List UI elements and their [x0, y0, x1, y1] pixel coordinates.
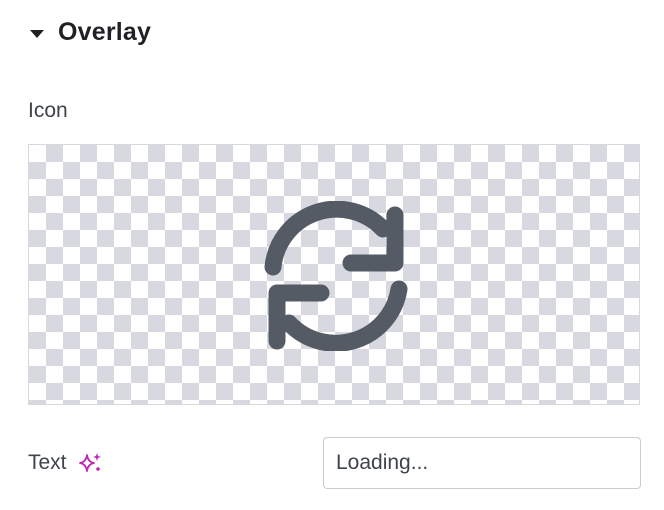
- overlay-text-input[interactable]: [323, 437, 641, 489]
- text-field-label-row: Text: [28, 450, 103, 476]
- overlay-section-toggle[interactable]: Overlay: [30, 18, 151, 47]
- icon-field-label: Icon: [28, 99, 68, 122]
- icon-picker-preview[interactable]: [28, 144, 640, 405]
- overlay-panel: Overlay Icon Text: [0, 0, 664, 510]
- caret-down-icon: [30, 29, 44, 38]
- refresh-icon: [264, 201, 408, 351]
- text-field-label: Text: [28, 451, 67, 474]
- section-title: Overlay: [58, 18, 152, 46]
- sparkles-icon[interactable]: [77, 450, 103, 476]
